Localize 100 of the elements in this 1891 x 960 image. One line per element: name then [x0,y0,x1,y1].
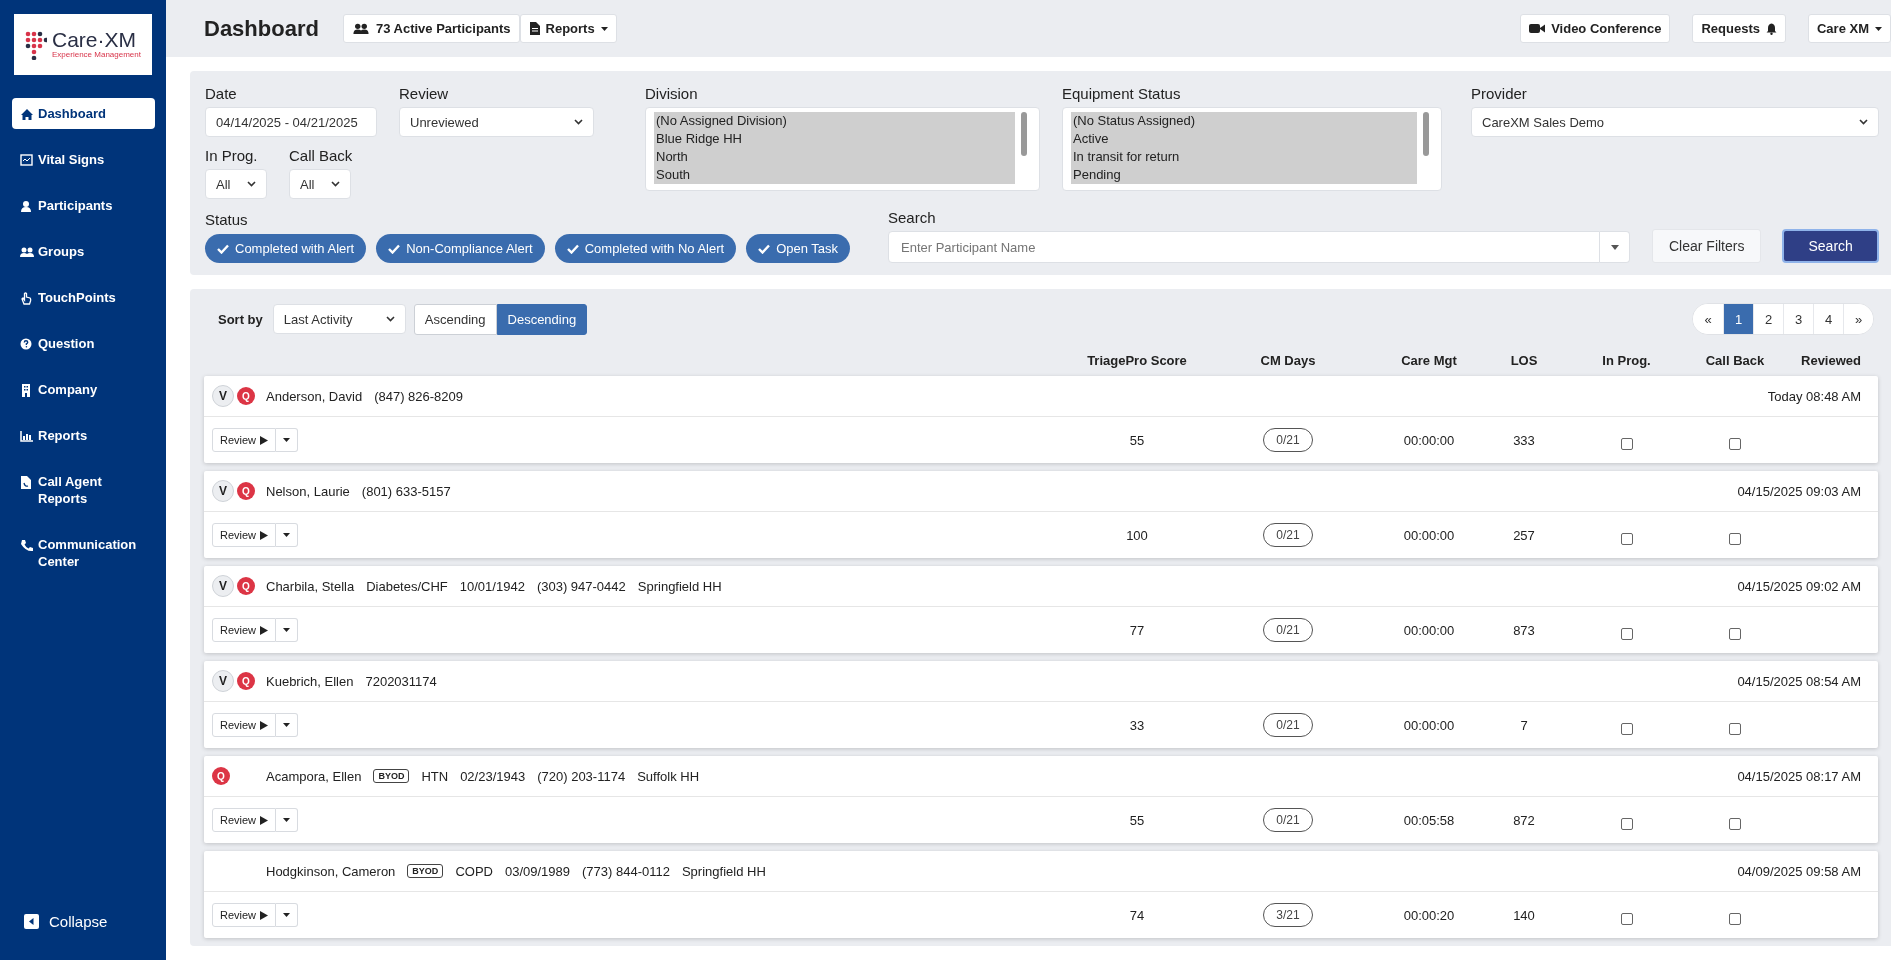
table-cell-text: 333 [1512,432,1536,448]
list-option[interactable]: South [654,166,1015,184]
status-filter-chip[interactable]: Completed with Alert [205,234,367,263]
sidebar-item[interactable]: Vital Signs [12,144,155,175]
question-badge: Q [237,577,255,595]
video-conference-button[interactable]: Video Conference [1520,14,1671,43]
checkbox[interactable] [1729,913,1741,925]
search-dropdown-button[interactable] [1600,231,1630,263]
pagination-button[interactable]: » [1843,304,1873,334]
scrollbar-thumb[interactable] [1423,112,1429,156]
field-label: Search [888,209,936,226]
participant-detail: (847) 826-8209 [374,388,464,404]
field-label: Call Back [289,147,353,164]
review-button[interactable]: Review [212,808,277,832]
checkbox[interactable] [1620,818,1633,830]
call-back-select[interactable]: All [289,169,351,199]
checkbox[interactable] [1620,913,1633,925]
list-option[interactable]: North [654,148,1015,166]
search-button[interactable]: Search [1782,229,1879,263]
caret-icon [283,913,291,917]
provider-select[interactable]: CareXM Sales Demo [1471,107,1879,137]
sidebar-item[interactable]: Reports [12,420,155,451]
review-menu-button[interactable] [276,618,299,642]
status-filter-chip[interactable]: Non-Compliance Alert [376,234,545,263]
division-listbox[interactable]: (No Assigned Division) Blue Ridge HH North South [645,107,1040,191]
participant-detail: 7202031174 [365,673,437,689]
checkbox[interactable] [1729,723,1741,735]
checkbox[interactable] [1729,818,1741,830]
sidebar-item[interactable]: Company [12,374,155,405]
date-range-field[interactable]: 04/14/2025 - 04/21/2025 [205,107,377,137]
review-button[interactable]: Review [212,713,277,737]
review-select[interactable]: Unreviewed [399,107,594,137]
table-cell-text: 140 [1512,907,1536,923]
checkbox[interactable] [1620,723,1633,735]
scrollbar-thumb[interactable] [1021,112,1027,156]
sidebar-item[interactable]: Communication Center [12,529,155,577]
checkbox[interactable] [1729,438,1741,450]
list-option[interactable]: In transit for return [1071,148,1417,166]
collapse-icon [24,914,39,929]
status-filter-chip[interactable]: Open Task [746,234,851,263]
caret-icon [283,438,291,442]
clear-filters-button[interactable]: Clear Filters [1652,229,1762,263]
review-menu-button[interactable] [276,808,299,832]
list-option[interactable]: Active [1071,130,1417,148]
status-filter-chip[interactable]: Completed with No Alert [554,234,737,263]
requests-button[interactable]: Requests [1692,14,1786,43]
chevron-down-icon [574,119,583,125]
device-tag: BYOD [407,864,444,878]
list-option[interactable]: Blue Ridge HH [654,130,1015,148]
checkbox[interactable] [1620,628,1633,640]
caret-icon [1610,244,1619,250]
reviewed-time: 04/15/2025 08:17 AM [1737,768,1861,784]
in-progress-select[interactable]: All [205,169,267,199]
reports-button[interactable]: Reports [519,14,617,43]
sidebar-item[interactable]: TouchPoints [12,282,155,313]
table-cell-text: 74 [1128,907,1146,923]
review-menu-button[interactable] [276,903,299,927]
chevron-down-icon [1859,119,1868,125]
participant-search-field[interactable]: Enter Participant Name [888,231,1600,263]
review-menu-button[interactable] [276,713,299,737]
checkbox[interactable] [1729,533,1741,545]
brand-tagline: Experience Management [52,50,141,60]
bar-chart-icon [20,430,34,443]
table-cell-text: 00:00:00 [1402,432,1456,448]
account-button[interactable]: Care XM [1807,14,1891,43]
review-button[interactable]: Review [212,428,277,452]
participant-detail: (801) 633-5157 [361,483,451,499]
column-header: CM Days [1259,353,1317,368]
review-button[interactable]: Review [212,618,277,642]
sidebar-item[interactable]: Participants [12,190,155,221]
table-cell-text: 257 [1512,527,1536,543]
sidebar-item[interactable]: Dashboard [12,98,155,129]
pagination-button[interactable]: 1 [1723,304,1753,334]
sidebar-item[interactable]: Groups [12,236,155,267]
sort-order-button[interactable]: Ascending [413,303,497,335]
sidebar-item[interactable]: Call Agent Reports [12,466,155,514]
collapse-link[interactable]: Collapse [24,913,166,930]
sidebar-item[interactable]: Question [12,328,155,359]
list-option[interactable]: (No Assigned Division) [654,112,1015,130]
review-menu-button[interactable] [276,428,299,452]
document-icon [20,476,34,489]
checkbox[interactable] [1620,533,1633,545]
sort-order-button[interactable]: Descending [496,303,588,335]
caret-icon [283,533,291,537]
participant-name: Kuebrich, Ellen [266,673,354,689]
table-cell-text: 00:05:58 [1402,812,1456,828]
checkbox[interactable] [1620,438,1633,450]
checkbox[interactable] [1729,628,1741,640]
participant-detail: Springfield HH [681,863,766,879]
check-icon [217,243,229,254]
participant-detail: Suffolk HH [637,768,700,784]
list-option[interactable]: (No Status Assigned) [1071,112,1417,130]
dots-logo-icon [25,29,47,60]
equipment-status-listbox[interactable]: (No Status Assigned) Active In transit for return Pending [1062,107,1442,191]
list-option[interactable]: Pending [1071,166,1417,184]
sort-select[interactable]: Last Activity [272,304,406,334]
review-button[interactable]: Review [212,523,277,547]
participants-button[interactable]: 73 Active Participants [342,14,520,43]
review-button[interactable]: Review [212,903,277,927]
review-menu-button[interactable] [276,523,299,547]
